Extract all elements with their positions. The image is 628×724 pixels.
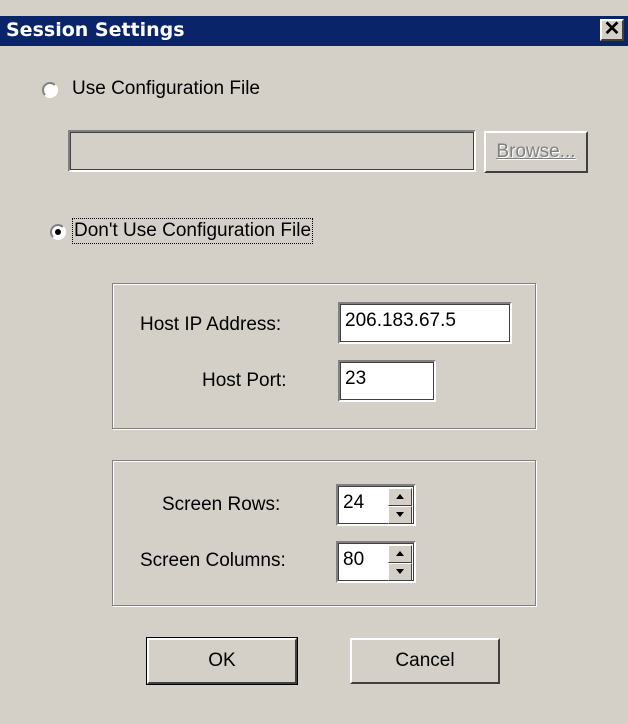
arrow-up-icon	[396, 494, 404, 499]
columns-down-button[interactable]	[388, 563, 412, 581]
dont-use-config-file-radio[interactable]	[50, 224, 66, 240]
screen-settings-group	[112, 460, 536, 606]
cancel-button[interactable]: Cancel	[350, 638, 500, 684]
radio-selected-dot	[55, 229, 61, 235]
close-icon: ✕	[603, 18, 621, 40]
browse-button-label: Browse...	[496, 141, 576, 162]
use-config-file-radio[interactable]	[42, 82, 58, 98]
config-file-path-field[interactable]	[68, 130, 476, 172]
rows-up-button[interactable]	[388, 488, 412, 506]
screen-columns-label: Screen Columns:	[140, 550, 286, 571]
arrow-down-icon	[396, 512, 404, 517]
screen-rows-field[interactable]: 24	[336, 484, 416, 526]
screen-rows-spinner[interactable]	[388, 488, 412, 524]
host-ip-input[interactable]: 206.183.67.5	[338, 302, 512, 344]
use-config-file-label[interactable]: Use Configuration File	[72, 78, 260, 100]
title-bar[interactable]: Session Settings ✕	[0, 16, 628, 46]
dialog-title: Session Settings	[6, 19, 185, 41]
ok-button[interactable]: OK	[146, 637, 298, 685]
rows-down-button[interactable]	[388, 506, 412, 524]
screen-columns-field[interactable]: 80	[336, 541, 416, 583]
screen-rows-label: Screen Rows:	[162, 494, 281, 515]
host-port-label: Host Port:	[202, 370, 287, 391]
screen-columns-spinner[interactable]	[388, 545, 412, 581]
session-settings-dialog: Session Settings ✕ Use Configuration Fil…	[0, 0, 628, 724]
arrow-up-icon	[396, 551, 404, 556]
host-ip-label: Host IP Address:	[140, 314, 282, 335]
close-button[interactable]: ✕	[600, 19, 624, 41]
dont-use-config-file-label[interactable]: Don't Use Configuration File	[71, 218, 314, 244]
columns-up-button[interactable]	[388, 545, 412, 563]
browse-button[interactable]: Browse...	[484, 131, 588, 173]
arrow-down-icon	[396, 569, 404, 574]
host-port-input[interactable]: 23	[338, 360, 436, 402]
